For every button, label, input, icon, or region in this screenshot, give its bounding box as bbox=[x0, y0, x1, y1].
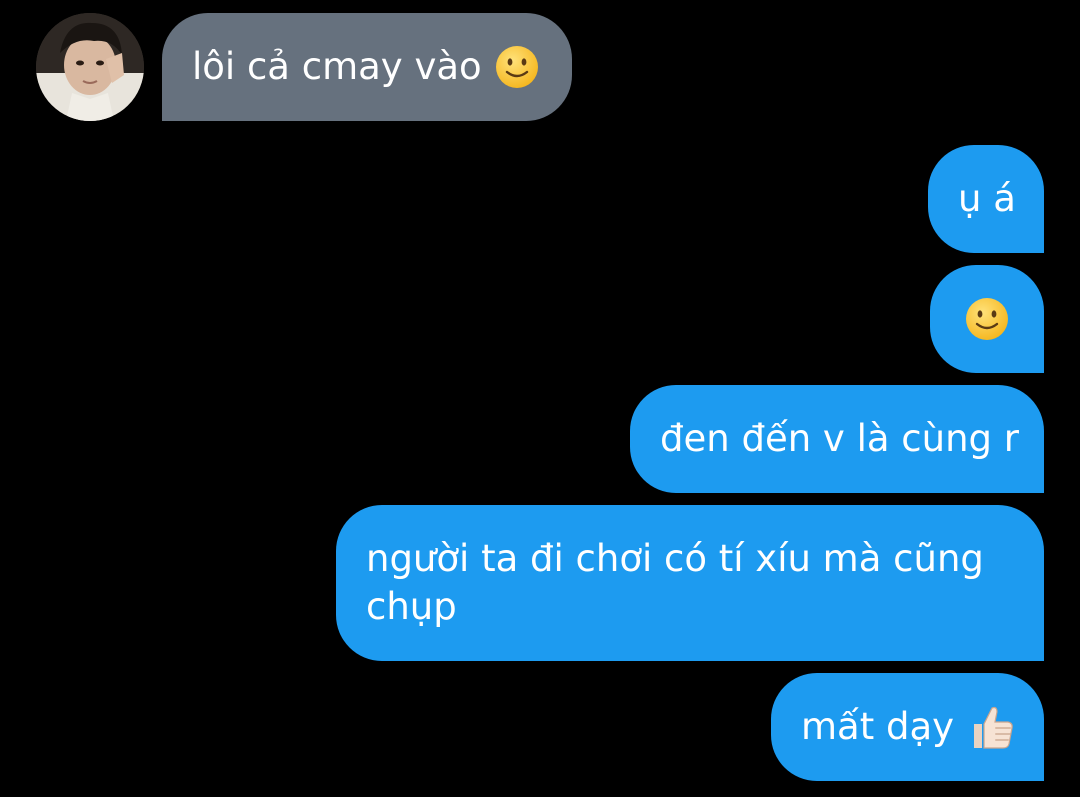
message-bubble-outgoing[interactable]: ụ á bbox=[928, 145, 1044, 253]
message-text: mất dạy bbox=[801, 705, 955, 748]
contact-avatar[interactable] bbox=[36, 13, 144, 121]
slightly-smiling-face-icon bbox=[494, 44, 540, 90]
message-bubble-outgoing[interactable] bbox=[930, 265, 1044, 373]
message-text: người ta đi chơi có tí xíu mà cũng chụp bbox=[366, 537, 984, 628]
message-bubble-outgoing[interactable]: mất dạy bbox=[771, 673, 1044, 781]
message-text: lôi cả cmay vào bbox=[192, 45, 482, 88]
thumbs-up-icon bbox=[966, 702, 1016, 752]
avatar-photo-icon bbox=[36, 13, 144, 121]
message-bubble-outgoing[interactable]: đen đến v là cùng r bbox=[630, 385, 1044, 493]
slightly-smiling-face-icon bbox=[964, 296, 1010, 342]
message-bubble-outgoing[interactable]: người ta đi chơi có tí xíu mà cũng chụp bbox=[336, 505, 1044, 661]
chat-thread: lôi cả cmay vào ụ á đen đến v là cùng r … bbox=[0, 0, 1080, 797]
message-bubble-incoming[interactable]: lôi cả cmay vào bbox=[162, 13, 572, 121]
message-text: ụ á bbox=[958, 177, 1016, 220]
message-text: đen đến v là cùng r bbox=[660, 417, 1019, 460]
